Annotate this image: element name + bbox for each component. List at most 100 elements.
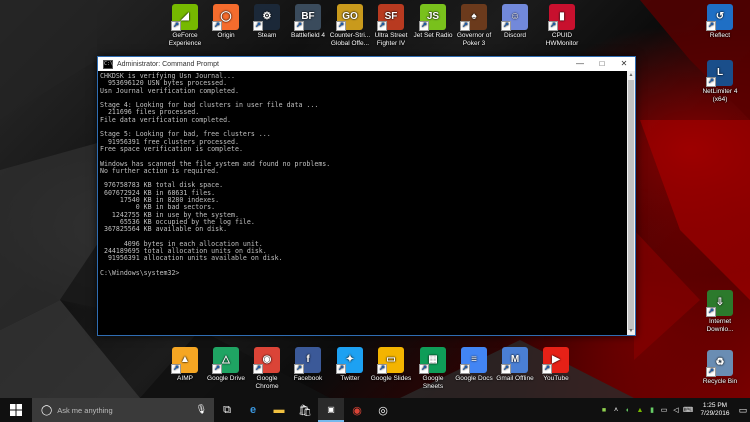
shortcut-arrow-icon: ↗	[336, 21, 346, 31]
cmd-output-line: 91956391 allocation units available on d…	[100, 254, 283, 263]
shortcut-arrow-icon: ↗	[171, 21, 181, 31]
maximize-button[interactable]: □	[591, 57, 613, 71]
youtube-icon: ▶ ↗	[542, 347, 569, 374]
scroll-up-icon[interactable]: ▲	[627, 71, 635, 79]
cortana-search-box[interactable]: ◯ Ask me anything 🎙	[32, 398, 214, 422]
csgo-icon: GO ↗	[336, 4, 363, 31]
task-view-icon[interactable]: ⧉	[214, 398, 240, 422]
desktop-shortcut-label: Recycle Bin	[702, 378, 738, 385]
edge-icon[interactable]: e	[240, 398, 266, 422]
show-hidden-icons-icon[interactable]: ˄	[610, 407, 622, 414]
desktop-shortcut-label: NetLimiter 4 (x64)	[702, 88, 738, 103]
shortcut-arrow-icon: ↗	[501, 364, 511, 374]
cmd-titlebar[interactable]: C:\ Administrator: Command Prompt — □ ✕	[98, 57, 635, 71]
desktop-shortcut[interactable]: ↺ ↗ Reflect	[692, 4, 748, 40]
cmd-output[interactable]: CHKDSK is verifying Usn Journal... 95369…	[98, 71, 627, 335]
shortcut-arrow-icon: ↗	[460, 364, 470, 374]
google-drive-icon: △ ↗	[212, 347, 239, 374]
cortana-circle-icon: ◯	[41, 404, 53, 416]
nvidia-tray-icon[interactable]: ▲	[634, 407, 646, 414]
close-button[interactable]: ✕	[613, 57, 635, 71]
jet-set-radio-icon: JS ↗	[419, 4, 446, 31]
shortcut-arrow-icon: ↗	[253, 21, 263, 31]
scroll-thumb[interactable]	[628, 80, 634, 330]
keyboard-icon[interactable]: ⌨	[682, 406, 694, 414]
shortcut-arrow-icon: ↗	[501, 21, 511, 31]
shortcut-arrow-icon: ↗	[548, 21, 558, 31]
desktop-shortcut[interactable]: ▶ ↗ YouTube	[528, 347, 584, 383]
cmd-output-line: C:\Windows\system32>	[100, 269, 180, 278]
clock[interactable]: 1:25 PM 7/29/2016	[694, 402, 736, 418]
internet-download-manager-icon: ⇩ ↗	[706, 290, 733, 317]
shortcut-arrow-icon: ↗	[377, 21, 387, 31]
gmail-offline-icon: M ↗	[501, 347, 528, 374]
tray-app-icon[interactable]: ▮	[646, 406, 658, 414]
recycle-bin-icon: ♻ ↗	[706, 350, 733, 377]
volume-icon[interactable]: ◁	[670, 406, 682, 414]
scroll-down-icon[interactable]: ▼	[627, 327, 635, 335]
desktop-shortcut[interactable]: ♻ ↗ Recycle Bin	[692, 350, 748, 386]
geforce-icon: ◢ ↗	[171, 4, 198, 31]
cmd-window-title: Administrator: Command Prompt	[117, 60, 219, 68]
desktop-shortcut[interactable]: ⇩ ↗ Internet Downlo...	[692, 290, 748, 333]
shortcut-arrow-icon: ↗	[706, 21, 716, 31]
search-placeholder: Ask me anything	[57, 405, 113, 415]
tray-app-icon[interactable]: ◐	[622, 407, 634, 414]
cmd-output-line: 367825564 KB available on disk.	[100, 225, 228, 234]
shortcut-arrow-icon: ↗	[171, 364, 181, 374]
windows-logo-icon	[10, 404, 22, 416]
shortcut-arrow-icon: ↗	[377, 364, 387, 374]
cmd-output-line: Usn Journal verification completed.	[100, 86, 239, 95]
governor-of-poker-icon: ♠ ↗	[460, 4, 487, 31]
chrome-taskbar-icon[interactable]: ◉	[344, 398, 370, 422]
shortcut-arrow-icon: ↗	[212, 21, 222, 31]
desktop-shortcut[interactable]: L ↗ NetLimiter 4 (x64)	[692, 60, 748, 103]
shortcut-arrow-icon: ↗	[460, 21, 470, 31]
tray-app-icon[interactable]: ■	[598, 407, 610, 414]
shortcut-arrow-icon: ↗	[706, 77, 716, 87]
command-prompt-window[interactable]: C:\ Administrator: Command Prompt — □ ✕ …	[97, 56, 636, 336]
system-tray: ■ ˄ ◐ ▲ ▮ ▭ ◁ ⌨ 1:25 PM 7/29/2016 ▭	[598, 398, 750, 422]
microphone-icon[interactable]: 🎙	[196, 404, 207, 415]
start-button[interactable]	[0, 398, 32, 422]
minimize-button[interactable]: —	[569, 57, 591, 71]
desktop-shortcut-label: YouTube	[543, 375, 569, 382]
facebook-icon: f ↗	[294, 347, 321, 374]
google-chrome-icon: ◉ ↗	[253, 347, 280, 374]
shortcut-arrow-icon: ↗	[294, 21, 304, 31]
gog-galaxy-icon[interactable]: ◎	[370, 398, 396, 422]
origin-icon: ◯ ↗	[212, 4, 239, 31]
command-prompt-taskbar-icon[interactable]: ▣	[318, 398, 344, 422]
steam-icon: ⚙ ↗	[253, 4, 280, 31]
action-center-icon[interactable]: ▭	[736, 405, 750, 416]
cmd-app-icon: C:\	[103, 59, 114, 69]
google-sheets-icon: ▦ ↗	[419, 347, 446, 374]
shortcut-arrow-icon: ↗	[419, 364, 429, 374]
desktop-shortcut-label: Reflect	[709, 32, 731, 39]
desktop-shortcut[interactable]: ▮ ↗ CPUID HWMonitor	[534, 4, 590, 47]
google-docs-icon: ≡ ↗	[460, 347, 487, 374]
discord-icon: ☺ ↗	[501, 4, 528, 31]
desktop-shortcut-label: CPUID HWMonitor	[545, 32, 579, 47]
netlimiter-icon: L ↗	[706, 60, 733, 87]
shortcut-arrow-icon: ↗	[336, 364, 346, 374]
cmd-output-line: File data verification completed.	[100, 115, 232, 124]
desktop-shortcut-label: Internet Downlo...	[706, 318, 734, 333]
shortcut-arrow-icon: ↗	[212, 364, 222, 374]
shortcut-arrow-icon: ↗	[542, 364, 552, 374]
store-icon[interactable]: 🛍	[292, 398, 318, 422]
shortcut-arrow-icon: ↗	[253, 364, 263, 374]
clock-date: 7/29/2016	[700, 410, 730, 417]
shortcut-arrow-icon: ↗	[294, 364, 304, 374]
twitter-icon: ✦ ↗	[336, 347, 363, 374]
taskbar: ◯ Ask me anything 🎙 ⧉ e ▬ 🛍 ▣ ◉ ◎ ■ ˄ ◐ …	[0, 398, 750, 422]
cmd-scrollbar[interactable]: ▲ ▼	[627, 71, 635, 335]
google-slides-icon: ▭ ↗	[377, 347, 404, 374]
file-explorer-icon[interactable]: ▬	[266, 398, 292, 422]
shortcut-arrow-icon: ↗	[419, 21, 429, 31]
desktop: C:\ Administrator: Command Prompt — □ ✕ …	[0, 0, 750, 398]
network-icon[interactable]: ▭	[658, 406, 670, 414]
hwmonitor-icon: ▮ ↗	[548, 4, 575, 31]
aimp-icon: ▲ ↗	[171, 347, 198, 374]
cmd-output-line: Free space verification is complete.	[100, 144, 243, 153]
